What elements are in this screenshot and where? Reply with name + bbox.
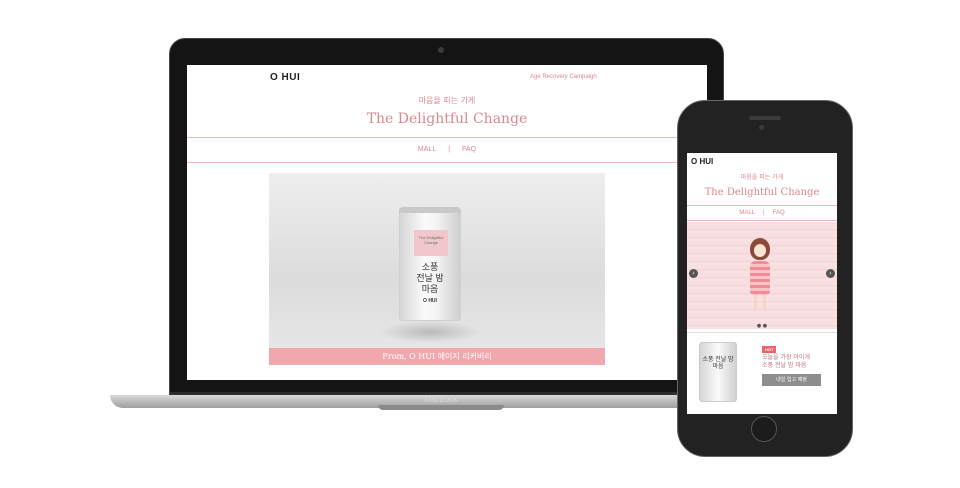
divider [687,220,837,221]
device-mockup-stage: O HUI Age Recovery Campaign 마음을 피는 가게 Th… [0,0,960,488]
divider [687,332,837,333]
nav-separator: | [763,210,765,216]
carousel-dots[interactable]: ● ● [687,323,837,329]
mobile-screen: O HUI 마음을 피는 가게 The Delightful Change MA… [687,153,837,414]
carousel-slide: ‹ › [687,222,837,329]
divider [687,205,837,206]
mobile-korean-tagline: 마음을 피는 가게 [740,174,784,181]
can-text-line: 마음 [421,284,439,294]
desktop-logo[interactable]: O HUI [270,72,300,83]
mobile-product-can: 소풍 전날 밤 마음 [699,342,737,402]
mobile-page-title: The Delightful Change [704,187,820,198]
campaign-label: Age Recovery Campaign [530,74,597,80]
korean-tagline: 마음을 피는 가게 [418,96,476,105]
nav-separator: | [448,146,451,153]
hero-banner[interactable]: From, O HUI 에이지 리커버리 [269,348,605,365]
nav-faq-link[interactable]: FAQ [773,210,785,216]
desktop-screen: O HUI Age Recovery Campaign 마음을 피는 가게 Th… [187,65,707,380]
phone-camera [759,125,764,130]
can-rim [399,207,461,213]
chevron-left-icon[interactable]: ‹ [689,269,698,278]
chevron-right-icon[interactable]: › [826,269,835,278]
can-text: 소풍 전날 밤 마음 [400,262,460,295]
nav-mall-link[interactable]: MALL [418,146,436,153]
mobile-nav: MALL | FAQ [687,210,837,216]
can-text-line: 전날 밤 [416,273,444,283]
girl-illustration-dress [750,261,770,295]
nav-mall-link[interactable]: MALL [739,210,755,216]
mobile-can-text: 소풍 전날 밤 마음 [702,357,734,370]
phone-home-button[interactable] [751,416,777,442]
laptop-camera [438,47,444,53]
phone-speaker [749,116,781,120]
can-text-line: 소풍 [421,262,439,272]
girl-illustration-face [754,244,766,257]
can-shadow [379,321,481,343]
desktop-nav: MALL | FAQ [187,146,707,153]
restock-button[interactable]: 내일 입고 예정 [762,374,821,386]
product-can: The Delightful Change 소풍 전날 밤 마음 O HUI [399,207,461,321]
hero-image: The Delightful Change 소풍 전날 밤 마음 O HUI [269,173,605,349]
laptop-brand: MacBook [424,395,458,404]
product-message: 오늘을 가장 아이게 소풍 전날 밤 마음 [762,354,832,370]
page-title: The Delightful Change [366,111,528,127]
divider [187,137,707,138]
can-label: The Delightful Change [414,230,448,256]
nav-faq-link[interactable]: FAQ [462,146,476,153]
product-message-line: 오늘을 가장 아이게 [762,354,810,361]
divider [187,162,707,163]
laptop-notch [378,405,504,410]
hot-badge: HOT [762,346,777,353]
girl-illustration-legs [754,295,766,309]
mobile-logo[interactable]: O HUI [691,157,713,166]
product-message-line: 소풍 전날 밤 마음 [762,362,807,369]
can-logo: O HUI [423,298,437,304]
